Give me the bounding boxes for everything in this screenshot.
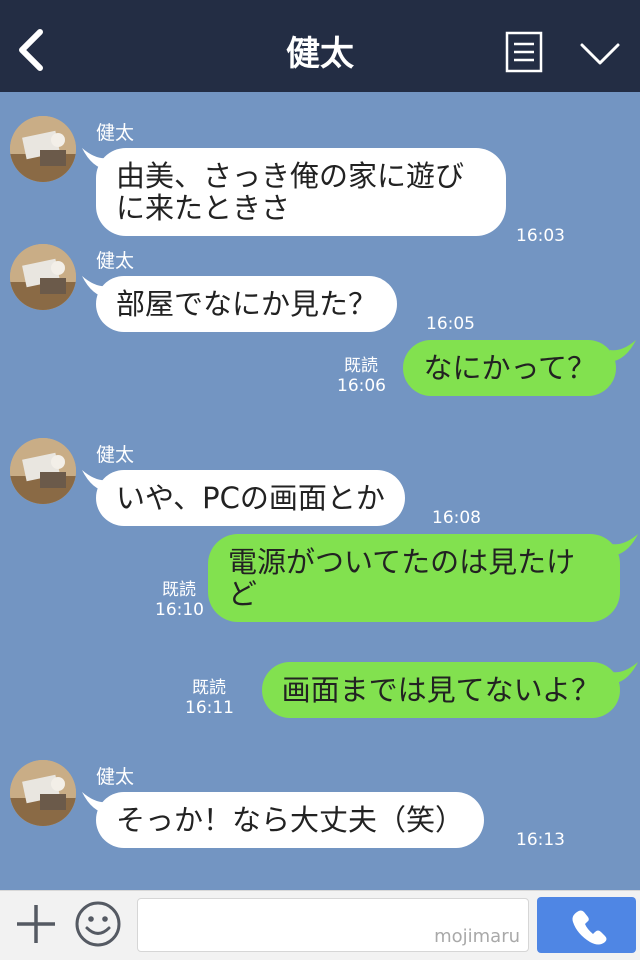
message-incoming: 健太 いや、PCの画面とか 16:08 (0, 434, 640, 534)
message-bubble[interactable]: 画面までは見てないよ？ (261, 662, 620, 718)
message-time: 16:11 (185, 698, 234, 718)
list-icon (505, 31, 543, 73)
message-incoming: 健太 部屋でなにか見た？ 16:05 (0, 240, 640, 340)
message-incoming: 健太 そっか！なら大丈夫（笑） 16:13 (0, 756, 640, 856)
avatar[interactable] (10, 116, 76, 182)
menu-button[interactable] (505, 31, 543, 73)
bubble-tail (612, 534, 638, 556)
bubble-tail (610, 340, 636, 362)
expand-button[interactable] (578, 36, 622, 70)
message-input[interactable]: mojimaru (137, 898, 529, 952)
chat-area[interactable]: 健太 由美、さっき俺の家に遊び に来たときさ 16:03 健太 部屋でなにか見た… (0, 92, 640, 890)
chevron-left-icon (19, 29, 43, 71)
sender-name: 健太 (96, 444, 135, 466)
call-button[interactable] (537, 897, 636, 953)
message-time: 16:06 (337, 376, 386, 396)
smiley-icon (75, 901, 121, 947)
message-outgoing: 既読 16:11 画面までは見てないよ？ (0, 662, 640, 722)
read-receipt: 既読 (192, 678, 226, 698)
message-incoming: 健太 由美、さっき俺の家に遊び に来たときさ 16:03 (0, 112, 640, 246)
avatar[interactable] (10, 244, 76, 310)
sender-name: 健太 (96, 122, 135, 144)
message-bubble[interactable]: そっか！なら大丈夫（笑） (96, 792, 485, 848)
watermark: mojimaru (434, 926, 520, 947)
avatar[interactable] (10, 438, 76, 504)
message-outgoing: 既読 16:10 電源がついてたのは見たけ ど (0, 534, 640, 624)
input-bar: mojimaru (0, 890, 640, 960)
message-bubble[interactable]: いや、PCの画面とか (96, 470, 405, 526)
message-time: 16:05 (426, 314, 475, 334)
message-time: 16:08 (432, 508, 481, 528)
avatar-photo (10, 760, 76, 826)
read-receipt: 既読 (162, 580, 196, 600)
chevron-down-icon (580, 43, 620, 65)
message-time: 16:10 (155, 600, 204, 620)
avatar[interactable] (10, 760, 76, 826)
chat-title: 健太 (286, 34, 354, 74)
plus-icon (17, 905, 55, 943)
back-button[interactable] (14, 28, 48, 72)
bubble-tail (612, 662, 638, 684)
message-bubble[interactable]: 電源がついてたのは見たけ ど (208, 534, 620, 622)
avatar-photo (10, 438, 76, 504)
phone-icon (572, 910, 607, 945)
avatar-photo (10, 116, 76, 182)
message-bubble[interactable]: なにかって？ (403, 340, 616, 396)
sender-name: 健太 (96, 766, 135, 788)
message-outgoing: 既読 16:06 なにかって？ (0, 340, 640, 400)
emoji-button[interactable] (74, 900, 122, 948)
message-bubble[interactable]: 由美、さっき俺の家に遊び に来たときさ (96, 148, 506, 236)
add-button[interactable] (14, 902, 58, 946)
message-time: 16:13 (516, 830, 565, 850)
avatar-photo (10, 244, 76, 310)
chat-header: 健太 (0, 0, 640, 92)
sender-name: 健太 (96, 250, 135, 272)
read-receipt: 既読 (344, 356, 378, 376)
message-bubble[interactable]: 部屋でなにか見た？ (96, 276, 398, 332)
